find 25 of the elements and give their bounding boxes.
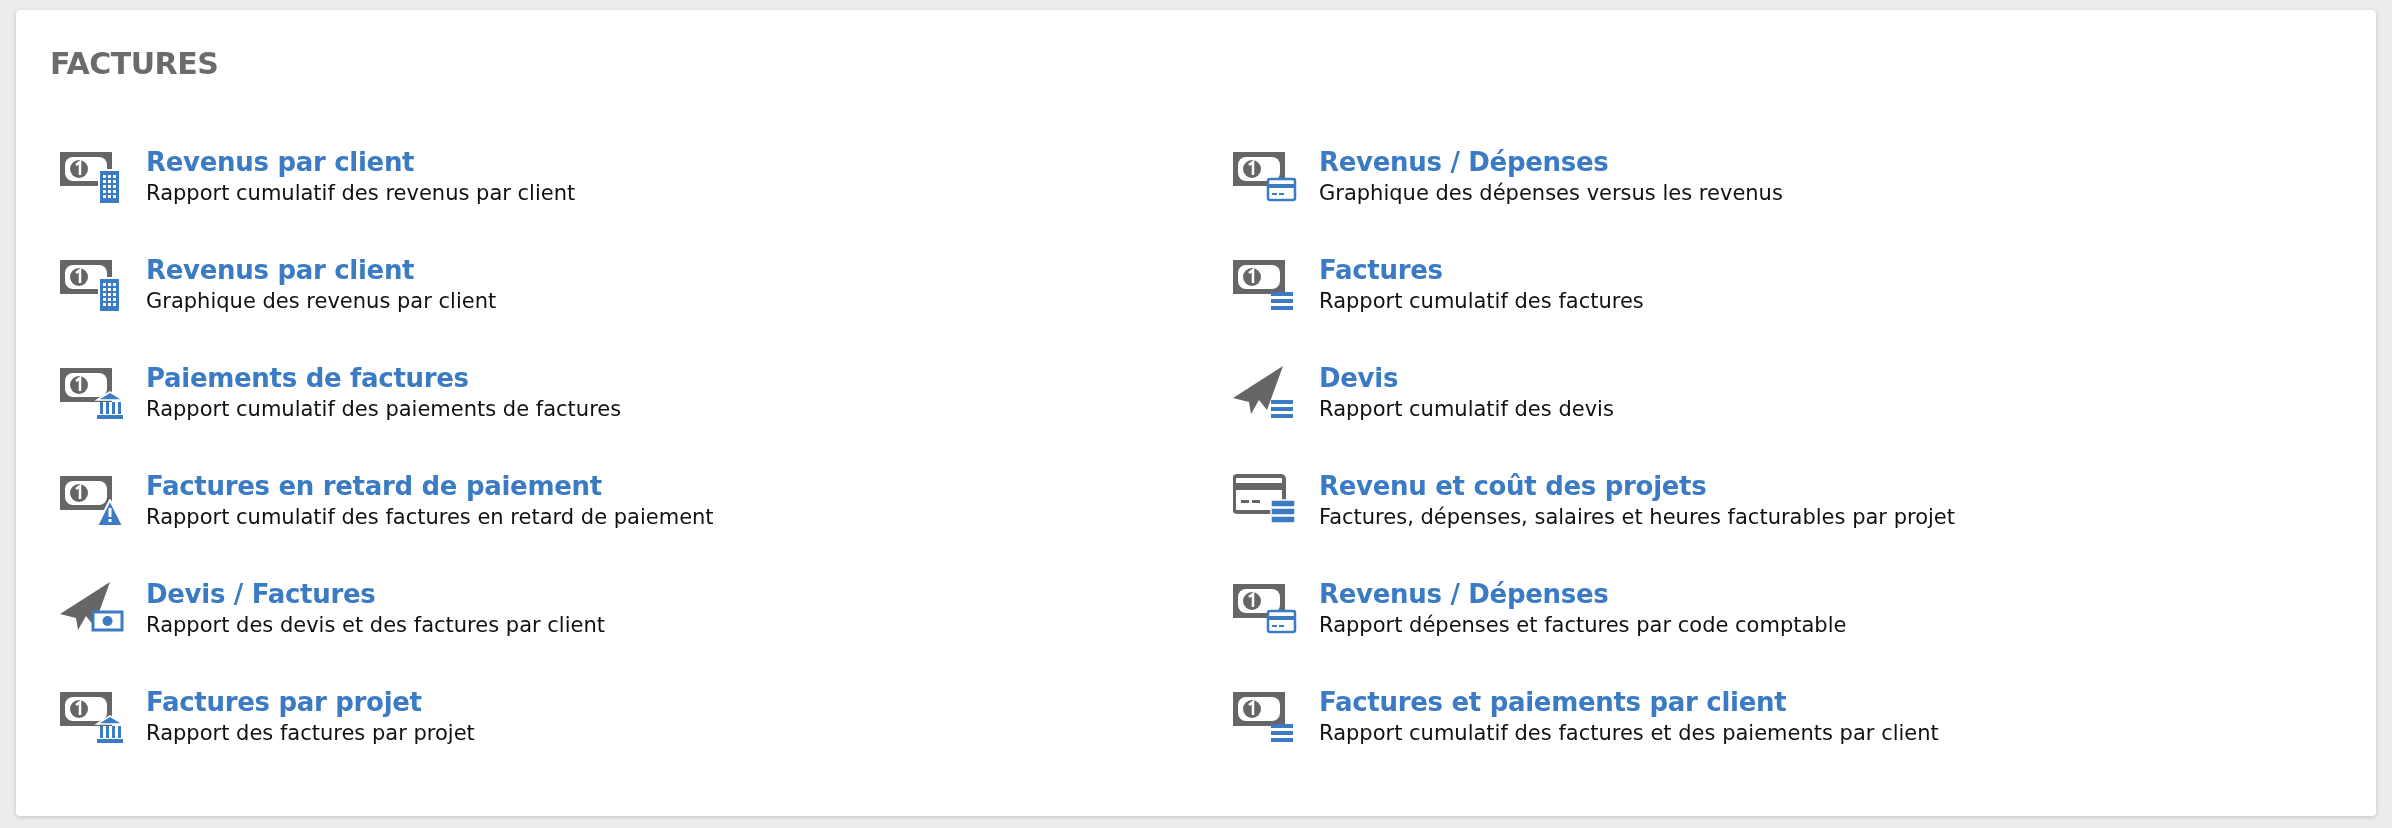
report-description: Rapport cumulatif des factures et des paiements par client bbox=[1319, 720, 1939, 747]
report-link[interactable]: Devis / Factures bbox=[146, 578, 376, 610]
report-description: Rapport des devis et des factures par client bbox=[146, 612, 605, 639]
report-description: Factures, dépenses, salaires et heures facturables par projet bbox=[1319, 504, 1955, 531]
report-description: Graphique des dépenses versus les revenus bbox=[1319, 180, 1783, 207]
report-link[interactable]: Revenus / Dépenses bbox=[1319, 146, 1609, 178]
report-link[interactable]: Paiements de factures bbox=[146, 362, 469, 394]
report-description: Graphique des revenus par client bbox=[146, 288, 497, 315]
report-link[interactable]: Devis bbox=[1319, 362, 1399, 394]
report-link[interactable]: Revenus par client bbox=[146, 254, 415, 286]
section-title: FACTURES bbox=[50, 46, 220, 82]
report-link[interactable]: Factures en retard de paiement bbox=[146, 470, 602, 502]
report-link[interactable]: Factures et paiements par client bbox=[1319, 686, 1787, 718]
report-description: Rapport cumulatif des factures bbox=[1319, 288, 1644, 315]
report-description: Rapport cumulatif des paiements de factures bbox=[146, 396, 622, 423]
report-link[interactable]: Revenu et coût des projets bbox=[1319, 470, 1707, 502]
report-description: Rapport cumulatif des devis bbox=[1319, 396, 1614, 423]
report-link[interactable]: Factures par projet bbox=[146, 686, 422, 718]
report-description: Rapport dépenses et factures par code comptable bbox=[1319, 612, 1847, 639]
report-description: Rapport cumulatif des factures en retard de paiement bbox=[146, 504, 714, 531]
report-description: Rapport cumulatif des revenus par client bbox=[146, 180, 576, 207]
report-link[interactable]: Revenus par client bbox=[146, 146, 415, 178]
report-link[interactable]: Factures bbox=[1319, 254, 1443, 286]
report-link[interactable]: Revenus / Dépenses bbox=[1319, 578, 1609, 610]
report-description: Rapport des factures par projet bbox=[146, 720, 475, 747]
